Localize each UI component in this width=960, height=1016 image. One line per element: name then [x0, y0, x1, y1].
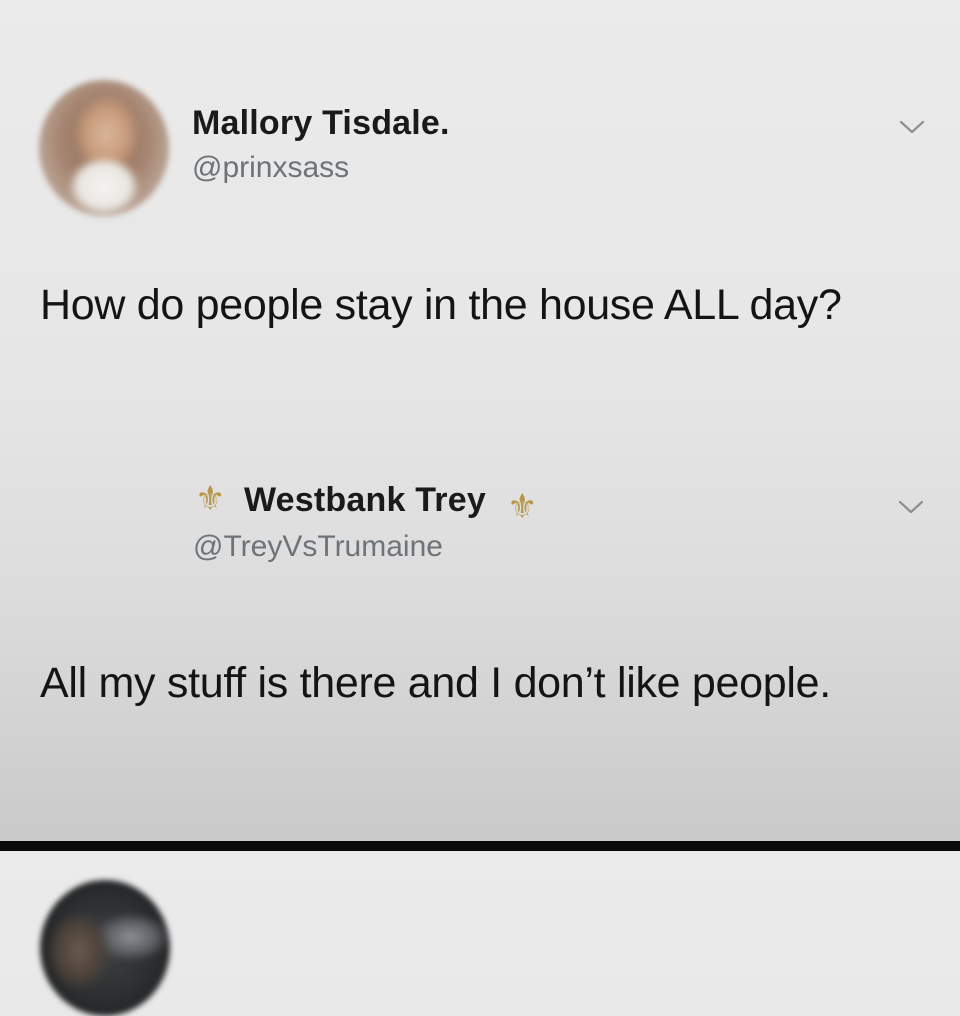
chevron-down-icon[interactable] [897, 498, 925, 516]
tweet-text: All my stuff is there and I don’t like p… [40, 659, 831, 707]
avatar[interactable] [40, 880, 170, 1016]
fleur-de-lis-icon: ⚜ [195, 480, 226, 518]
tweet-card-mallory[interactable]: Mallory Tisdale. @prinxsass How do peopl… [0, 0, 960, 420]
avatar[interactable] [39, 80, 169, 216]
display-name[interactable]: Westbank Trey [244, 481, 486, 520]
tweet-text: How do people stay in the house ALL day? [40, 281, 842, 329]
display-name[interactable]: Mallory Tisdale. [192, 104, 450, 143]
chevron-down-icon[interactable] [898, 118, 926, 136]
bottom-edge-bar [0, 841, 960, 851]
fleur-de-lis-icon: ⚜ [507, 488, 538, 526]
user-handle[interactable]: @prinxsass [192, 151, 349, 185]
user-handle[interactable]: @TreyVsTrumaine [193, 530, 443, 564]
